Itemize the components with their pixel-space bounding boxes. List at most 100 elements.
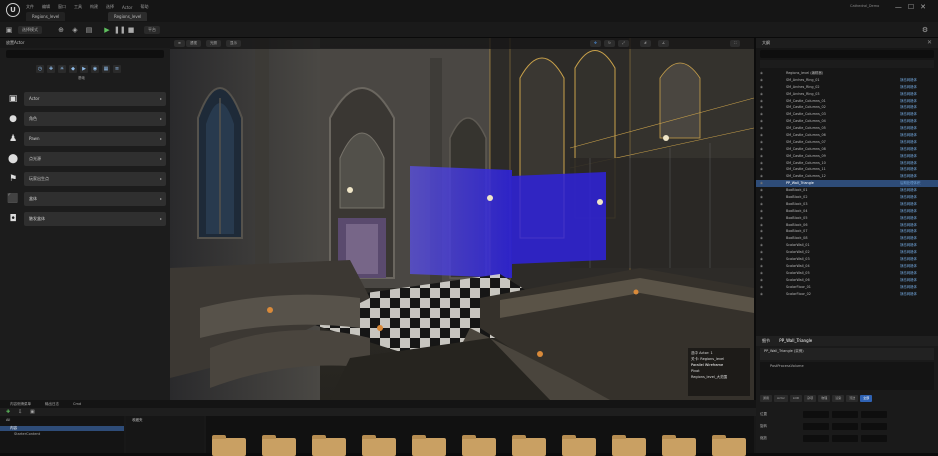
outliner-row[interactable]: ◉ ScalarWall_01 静态网格体 bbox=[756, 242, 938, 249]
cinematics-icon[interactable]: ▤ bbox=[84, 25, 94, 35]
tab-all[interactable]: 全部 bbox=[860, 394, 873, 402]
level-viewport[interactable]: ≡ 透视 光照 显示 ✥ ↻ ⤢ # ∠ ⛶ 选中 Actor: 1 关卡: R… bbox=[170, 38, 754, 400]
visibility-eye-icon[interactable]: ◉ bbox=[760, 77, 763, 84]
outliner-row[interactable]: ◉ Regions_level (编辑器) bbox=[756, 70, 938, 77]
stop-icon[interactable]: ■ bbox=[126, 25, 136, 35]
visibility-eye-icon[interactable]: ◉ bbox=[760, 215, 763, 222]
shapes-icon[interactable]: ◆ bbox=[69, 65, 77, 73]
visibility-eye-icon[interactable]: ◉ bbox=[760, 173, 763, 180]
visibility-eye-icon[interactable]: ◉ bbox=[760, 194, 763, 201]
tab-general[interactable]: 通用 bbox=[760, 394, 773, 402]
rotation-y-field[interactable] bbox=[832, 423, 858, 430]
scale-tool-icon[interactable]: ⤢ bbox=[618, 40, 629, 47]
pause-icon[interactable]: ❚❚ bbox=[114, 25, 126, 35]
folder-icon[interactable] bbox=[212, 435, 246, 456]
folder-icon[interactable] bbox=[362, 435, 396, 456]
outliner-row[interactable]: ◉ SM_Castle_Columns_09 静态网格体 bbox=[756, 153, 938, 160]
outliner-row[interactable]: ◉ SM_Castle_Columns_10 静态网格体 bbox=[756, 160, 938, 167]
outliner-row[interactable]: ◉ SM_Castle_Columns_08 静态网格体 bbox=[756, 146, 938, 153]
outliner-row[interactable]: ◉ ScalarWall_02 静态网格体 bbox=[756, 249, 938, 256]
outliner-row[interactable]: ◉ BoxBlock_07 静态网格体 bbox=[756, 228, 938, 235]
folder-icon[interactable] bbox=[262, 435, 296, 456]
angle-snap-icon[interactable]: ∠ bbox=[658, 40, 670, 47]
platform-button[interactable]: 平台 bbox=[144, 26, 160, 34]
visibility-eye-icon[interactable]: ◉ bbox=[760, 284, 763, 291]
visibility-eye-icon[interactable]: ◉ bbox=[760, 242, 763, 249]
visibility-eye-icon[interactable]: ◉ bbox=[760, 222, 763, 229]
tab-actor[interactable]: Actor bbox=[774, 394, 788, 402]
outliner-row[interactable]: ◉ BoxBlock_05 静态网格体 bbox=[756, 215, 938, 222]
visibility-eye-icon[interactable]: ◉ bbox=[760, 166, 763, 173]
folder-root[interactable]: All bbox=[0, 416, 124, 424]
visibility-eye-icon[interactable]: ◉ bbox=[760, 208, 763, 215]
outliner-row[interactable]: ◉ SM_Castle_Columns_07 静态网格体 bbox=[756, 139, 938, 146]
visibility-eye-icon[interactable]: ◉ bbox=[760, 263, 763, 270]
visibility-eye-icon[interactable]: ◉ bbox=[760, 104, 763, 111]
outliner-row[interactable]: ◉ SM_Arches_Ring_02 静态网格体 bbox=[756, 84, 938, 91]
menu-build[interactable]: 构建 bbox=[90, 4, 98, 10]
outliner-row[interactable]: ◉ SM_Castle_Columns_02 静态网格体 bbox=[756, 104, 938, 111]
folder-icon[interactable] bbox=[712, 435, 746, 456]
tab-lod[interactable]: LOD bbox=[789, 394, 803, 402]
menu-help[interactable]: 帮助 bbox=[141, 4, 149, 10]
visibility-eye-icon[interactable]: ◉ bbox=[760, 98, 763, 105]
visibility-eye-icon[interactable]: ◉ bbox=[760, 270, 763, 277]
add-actor-icon[interactable]: ⊕ bbox=[56, 25, 66, 35]
visual-icon[interactable]: ◉ bbox=[91, 65, 99, 73]
visibility-eye-icon[interactable]: ◉ bbox=[760, 291, 763, 298]
outliner-row[interactable]: ◉ BoxBlock_03 静态网格体 bbox=[756, 201, 938, 208]
save-icon[interactable]: ▣ bbox=[4, 25, 14, 35]
outliner-row[interactable]: ◉ SM_Castle_Columns_06 静态网格体 bbox=[756, 132, 938, 139]
recent-icon[interactable]: ◷ bbox=[36, 65, 44, 73]
outliner-row[interactable]: ◉ BoxBlock_08 静态网格体 bbox=[756, 235, 938, 242]
visibility-eye-icon[interactable]: ◉ bbox=[760, 201, 763, 208]
move-tool-icon[interactable]: ✥ bbox=[590, 40, 601, 47]
outliner-row[interactable]: ◉ SM_Castle_Columns_05 静态网格体 bbox=[756, 125, 938, 132]
visibility-eye-icon[interactable]: ◉ bbox=[760, 118, 763, 125]
outliner-row[interactable]: ◉ SM_Arches_Ring_01 静态网格体 bbox=[756, 77, 938, 84]
menu-window[interactable]: 窗口 bbox=[58, 4, 66, 10]
add-icon[interactable]: ✚ bbox=[6, 409, 10, 415]
visibility-eye-icon[interactable]: ◉ bbox=[760, 111, 763, 118]
menu-actor[interactable]: Actor bbox=[122, 5, 133, 10]
folder-icon[interactable] bbox=[562, 435, 596, 456]
outliner-row[interactable]: ◉ ScalarWall_03 静态网格体 bbox=[756, 256, 938, 263]
volume-icon[interactable]: ▦ bbox=[102, 65, 110, 73]
category-character[interactable]: ● 角色 ▸ bbox=[6, 110, 166, 128]
visibility-eye-icon[interactable]: ◉ bbox=[760, 139, 763, 146]
menu-file[interactable]: 文件 bbox=[26, 4, 34, 10]
close-icon[interactable]: ✕ bbox=[927, 39, 932, 46]
post-process-volume-left[interactable] bbox=[410, 166, 512, 278]
outliner-row[interactable]: ◉ SM_Castle_Columns_04 静态网格体 bbox=[756, 118, 938, 125]
visibility-eye-icon[interactable]: ◉ bbox=[760, 249, 763, 256]
outliner-row[interactable]: ◉ PP_Wall_Triangle 后期处理体积 bbox=[756, 180, 938, 188]
category-box[interactable]: ⬛ 盒体 ▸ bbox=[6, 190, 166, 208]
visibility-eye-icon[interactable]: ◉ bbox=[760, 160, 763, 167]
visibility-eye-icon[interactable]: ◉ bbox=[760, 180, 763, 187]
visibility-eye-icon[interactable]: ◉ bbox=[760, 146, 763, 153]
show-button[interactable]: 显示 bbox=[226, 40, 241, 47]
settings-icon[interactable]: ⚙ bbox=[920, 25, 930, 35]
visibility-eye-icon[interactable]: ◉ bbox=[760, 132, 763, 139]
scale-y-field[interactable] bbox=[832, 435, 858, 442]
lit-button[interactable]: 光照 bbox=[206, 40, 221, 47]
menu-edit[interactable]: 编辑 bbox=[42, 4, 50, 10]
rotation-x-field[interactable] bbox=[803, 423, 829, 430]
all-classes-icon[interactable]: ≡ bbox=[113, 65, 121, 73]
folder-starter[interactable]: StarterContent bbox=[0, 431, 124, 437]
category-trigger-box[interactable]: ◘ 触发盒体 ▸ bbox=[6, 210, 166, 228]
category-player-start[interactable]: ⚑ 玩家出生点 ▸ bbox=[6, 170, 166, 188]
outliner-row[interactable]: ◉ SM_Castle_Columns_11 静态网格体 bbox=[756, 166, 938, 173]
basic-icon[interactable]: ✚ bbox=[47, 65, 55, 73]
visibility-eye-icon[interactable]: ◉ bbox=[760, 70, 763, 77]
tab-streaming[interactable]: 流送 bbox=[846, 394, 859, 402]
scale-x-field[interactable] bbox=[803, 435, 829, 442]
blueprint-icon[interactable]: ◈ bbox=[70, 25, 80, 35]
visibility-eye-icon[interactable]: ◉ bbox=[760, 256, 763, 263]
outliner-row[interactable]: ◉ BoxBlock_04 静态网格体 bbox=[756, 208, 938, 215]
category-actor[interactable]: ▣ Actor ▸ bbox=[6, 90, 166, 108]
location-z-field[interactable] bbox=[861, 411, 887, 418]
tab-rendering[interactable]: 渲染 bbox=[832, 394, 845, 402]
location-x-field[interactable] bbox=[803, 411, 829, 418]
mode-select-button[interactable]: 选择模式 bbox=[18, 26, 42, 34]
